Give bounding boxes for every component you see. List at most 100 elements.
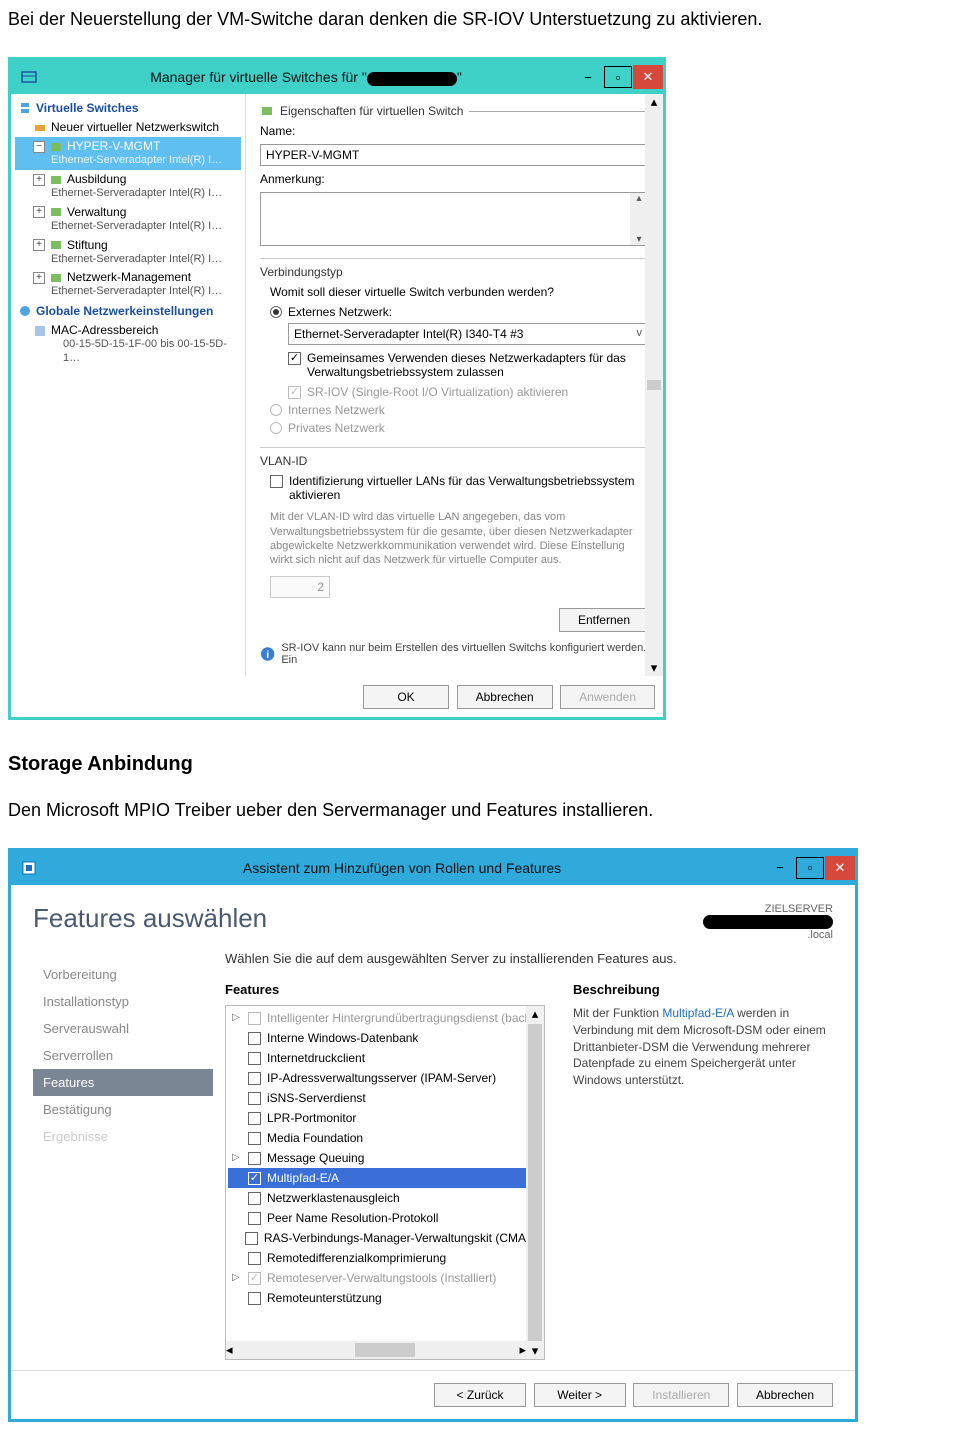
expand-icon[interactable]: ▷ — [232, 1012, 242, 1023]
panel-scrollbar[interactable]: ▴▾ — [645, 94, 663, 675]
nav-features[interactable]: Features — [33, 1069, 213, 1096]
checkbox-icon — [245, 1232, 258, 1245]
features-scrollbar-v[interactable]: ▴▾ — [526, 1006, 544, 1359]
ok-button[interactable]: OK — [363, 685, 449, 709]
expand-icon[interactable]: + — [33, 239, 45, 251]
minimize-button[interactable]: − — [765, 856, 795, 880]
tree-item-verwaltung[interactable]: + Verwaltung Ethernet-Serveradapter Inte… — [15, 203, 241, 236]
minimize-button[interactable]: − — [573, 65, 603, 89]
expand-icon[interactable]: + — [33, 206, 45, 218]
window-title: Assistent zum Hinzufügen von Rollen und … — [39, 860, 765, 876]
next-button[interactable]: Weiter > — [534, 1383, 626, 1407]
expand-icon[interactable]: − — [33, 141, 45, 153]
title-prefix: Manager für virtuelle Switches für " — [150, 69, 367, 85]
feature-description: Mit der Funktion Multipfad-E/A werden in… — [573, 1005, 833, 1089]
checkbox-icon — [248, 1172, 261, 1185]
feature-row[interactable]: Remoteunterstützung — [228, 1288, 542, 1308]
feature-label: Peer Name Resolution-Protokoll — [267, 1211, 438, 1225]
feature-row[interactable]: Netzwerklastenausgleich — [228, 1188, 542, 1208]
back-button[interactable]: < Zurück — [434, 1383, 526, 1407]
name-input[interactable] — [260, 144, 649, 166]
vswitch-manager-window: Manager für virtuelle Switches für "" − … — [8, 57, 666, 719]
note-textarea[interactable]: ▴▾ — [260, 192, 649, 246]
feature-label: Remoteserver-Verwaltungstools (Installie… — [267, 1271, 496, 1285]
expand-icon[interactable]: + — [33, 272, 45, 284]
feature-row[interactable]: RAS-Verbindungs-Manager-Verwaltungskit (… — [228, 1228, 542, 1248]
feature-row[interactable]: Internetdruckclient — [228, 1048, 542, 1068]
radio-external[interactable]: Externes Netzwerk: — [270, 305, 649, 319]
feature-label: RAS-Verbindungs-Manager-Verwaltungskit (… — [264, 1231, 538, 1245]
tree-item-mac[interactable]: MAC-Adressbereich 00-15-5D-15-1F-00 bis … — [15, 321, 241, 368]
checkbox-icon — [248, 1012, 261, 1025]
checkbox-icon — [248, 1192, 261, 1205]
feature-label: Media Foundation — [267, 1131, 363, 1145]
radio-internal[interactable]: Internes Netzwerk — [270, 403, 649, 417]
feature-row[interactable]: ▷ Message Queuing — [228, 1148, 542, 1168]
nav-bestaetigung[interactable]: Bestätigung — [33, 1096, 213, 1123]
feature-row[interactable]: LPR-Portmonitor — [228, 1108, 542, 1128]
app-icon — [19, 67, 39, 87]
feature-row[interactable]: Remotedifferenzialkomprimierung — [228, 1248, 542, 1268]
nav-installationstyp[interactable]: Installationstyp — [33, 988, 213, 1015]
right-panel: Eigenschaften für virtuellen Switch Name… — [246, 94, 663, 675]
feature-label: Message Queuing — [267, 1151, 364, 1165]
cancel-button[interactable]: Abbrechen — [737, 1383, 833, 1407]
feature-row[interactable]: IP-Adressverwaltungsserver (IPAM-Server) — [228, 1068, 542, 1088]
maximize-button[interactable]: ▫ — [796, 857, 824, 879]
feature-row[interactable]: Peer Name Resolution-Protokoll — [228, 1208, 542, 1228]
tree-header-switches: Virtuelle Switches — [15, 98, 241, 118]
target-server: ZIELSERVER .local — [703, 903, 833, 941]
chk-share-adapter[interactable]: Gemeinsames Verwenden dieses Netzwerkada… — [288, 351, 649, 379]
checkbox-icon — [248, 1052, 261, 1065]
checkbox-icon — [248, 1252, 261, 1265]
radio-icon — [270, 422, 282, 434]
adapter-select[interactable]: Ethernet-Serveradapter Intel(R) I340-T4 … — [288, 323, 649, 345]
checkbox-icon — [248, 1212, 261, 1225]
close-button[interactable]: ✕ — [825, 856, 855, 880]
feature-row[interactable]: Multipfad-E/A — [228, 1168, 542, 1188]
titlebar: Assistent zum Hinzufügen von Rollen und … — [11, 851, 855, 885]
feature-row[interactable]: Interne Windows-Datenbank — [228, 1028, 542, 1048]
tree-item-stiftung[interactable]: + Stiftung Ethernet-Serveradapter Intel(… — [15, 236, 241, 269]
cancel-button[interactable]: Abbrechen — [457, 685, 553, 709]
tree-item-ausbildung[interactable]: + Ausbildung Ethernet-Serveradapter Inte… — [15, 170, 241, 203]
tree-new-switch[interactable]: Neuer virtueller Netzwerkswitch — [15, 118, 241, 137]
tree-header-global: Globale Netzwerkeinstellungen — [15, 301, 241, 321]
feature-label: Netzwerklastenausgleich — [267, 1191, 400, 1205]
app-icon — [19, 858, 39, 878]
checkbox-icon — [248, 1272, 261, 1285]
section-title: Eigenschaften für virtuellen Switch — [280, 104, 463, 118]
features-col-title: Features — [225, 982, 545, 997]
feature-row[interactable]: iSNS-Serverdienst — [228, 1088, 542, 1108]
feature-row[interactable]: Media Foundation — [228, 1128, 542, 1148]
maximize-button[interactable]: ▫ — [604, 66, 632, 88]
desc-col-title: Beschreibung — [573, 982, 833, 997]
feature-label: iSNS-Serverdienst — [267, 1091, 366, 1105]
tree-item-netzwerk-mgmt[interactable]: + Netzwerk-Management Ethernet-Serverada… — [15, 268, 241, 301]
expand-icon[interactable]: + — [33, 174, 45, 186]
info-text: SR-IOV kann nur beim Erstellen des virtu… — [281, 642, 649, 666]
remove-button[interactable]: Entfernen — [559, 608, 649, 632]
nav-vorbereitung[interactable]: Vorbereitung — [33, 961, 213, 988]
features-scrollbar-h[interactable]: ◂▸ — [226, 1341, 526, 1359]
features-listbox[interactable]: ▷ Intelligenter Hintergrundübertragungsdi… — [225, 1005, 545, 1360]
chk-vlan[interactable]: Identifizierung virtueller LANs für das … — [270, 474, 649, 502]
checkbox-icon — [248, 1092, 261, 1105]
doc-intro: Bei der Neuerstellung der VM-Switche dar… — [0, 0, 960, 39]
install-button: Installieren — [633, 1383, 729, 1407]
nav-serverauswahl[interactable]: Serverauswahl — [33, 1015, 213, 1042]
close-button[interactable]: ✕ — [633, 65, 663, 89]
wizard-instruction: Wählen Sie die auf dem ausgewählten Serv… — [225, 951, 833, 966]
nav-serverrollen[interactable]: Serverrollen — [33, 1042, 213, 1069]
tree-item-hyperv-mgmt[interactable]: − HYPER-V-MGMT Ethernet-Serveradapter In… — [15, 137, 241, 170]
feature-label: Remotedifferenzialkomprimierung — [267, 1251, 446, 1265]
checkbox-icon — [248, 1032, 261, 1045]
radio-icon — [270, 404, 282, 416]
feature-row[interactable]: ▷ Remoteserver-Verwaltungstools (Installi… — [228, 1268, 542, 1288]
expand-icon[interactable]: ▷ — [232, 1152, 242, 1163]
radio-private[interactable]: Privates Netzwerk — [270, 421, 649, 435]
feature-label: Intelligenter Hintergrundübertragungsdie… — [267, 1011, 531, 1025]
expand-icon[interactable]: ▷ — [232, 1272, 242, 1283]
nav-ergebnisse: Ergebnisse — [33, 1123, 213, 1150]
feature-row[interactable]: ▷ Intelligenter Hintergrundübertragungsdi… — [228, 1008, 542, 1028]
